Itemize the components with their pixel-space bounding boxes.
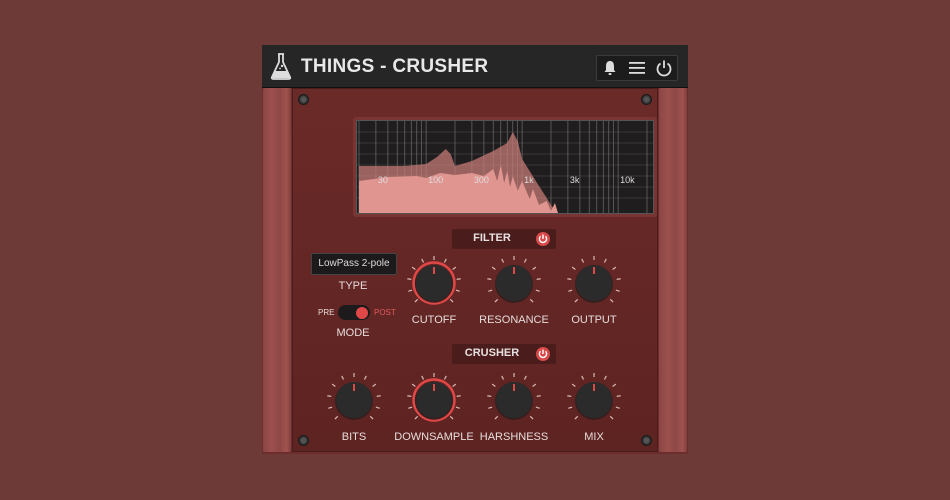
bell-icon[interactable] [600,58,620,78]
knob-dial-icon [487,256,541,303]
mode-toggle[interactable] [338,305,370,320]
knob-dial-icon [487,373,541,420]
wood-side-panel-left [263,88,291,452]
knob-cutoff[interactable] [403,252,465,314]
power-icon [538,349,548,359]
knob-label: MIX [584,431,604,443]
flask-logo-icon [270,53,292,80]
crusher-power-toggle[interactable] [536,347,550,361]
hamburger-menu-icon[interactable] [627,58,647,78]
knob-label: DOWNSAMPLE [394,431,474,443]
knob-label: CUTOFF [411,314,457,326]
header-buttons [596,55,678,81]
crusher-section-label: CRUSHER [464,347,520,359]
freq-label: 100 [428,175,443,185]
knob-resonance[interactable] [483,252,545,314]
knob-dial-icon [567,256,621,303]
filter-section-header: FILTER [452,229,556,249]
knob-bits[interactable] [323,369,385,431]
knob-label: HARSHNESS [479,431,549,443]
knob-label: BITS [341,431,367,443]
app-title: THINGS - CRUSHER [301,56,489,77]
mode-pre-label: PRE [318,308,335,317]
freq-label: 30 [378,175,388,185]
knob-dial-icon [407,256,461,305]
type-label: TYPE [338,280,368,292]
plugin-window: THINGS - CRUSHER 30 100 300 1k 3k 10k FI… [262,45,688,454]
spectrum-screen: 30 100 300 1k 3k 10k [356,120,654,214]
knob-mix[interactable] [563,369,625,431]
knob-label: RESONANCE [479,314,549,326]
filter-power-toggle[interactable] [536,232,550,246]
wood-side-panel-right [659,88,687,452]
knob-dial-icon [407,373,461,422]
knob-label: OUTPUT [571,314,617,326]
screw-icon [298,94,309,105]
main-panel: 30 100 300 1k 3k 10k FILTER LowPass 2-pole TY… [292,88,658,452]
filter-type-dropdown[interactable]: LowPass 2-pole [311,253,397,275]
freq-label: 10k [620,175,635,185]
knob-harshness[interactable] [483,369,545,431]
header-bar: THINGS - CRUSHER [262,45,688,88]
knob-output[interactable] [563,252,625,314]
mode-label: MODE [336,327,370,339]
knob-dial-icon [327,373,381,420]
freq-label: 3k [570,175,580,185]
plugin-body: 30 100 300 1k 3k 10k FILTER LowPass 2-pole TY… [262,88,688,454]
spectrum-display: 30 100 300 1k 3k 10k [353,117,657,217]
freq-label: 1k [524,175,534,185]
screw-icon [298,435,309,446]
spectrum-graph: 30 100 300 1k 3k 10k [357,121,653,213]
knob-downsample[interactable] [403,369,465,431]
knob-dial-icon [567,373,621,420]
filter-section-label: FILTER [473,232,511,244]
screw-icon [641,435,652,446]
power-icon[interactable] [654,58,674,78]
crusher-section-header: CRUSHER [452,344,556,364]
power-icon [538,234,548,244]
toggle-knob [356,306,368,319]
screw-icon [641,94,652,105]
freq-label: 300 [474,175,489,185]
